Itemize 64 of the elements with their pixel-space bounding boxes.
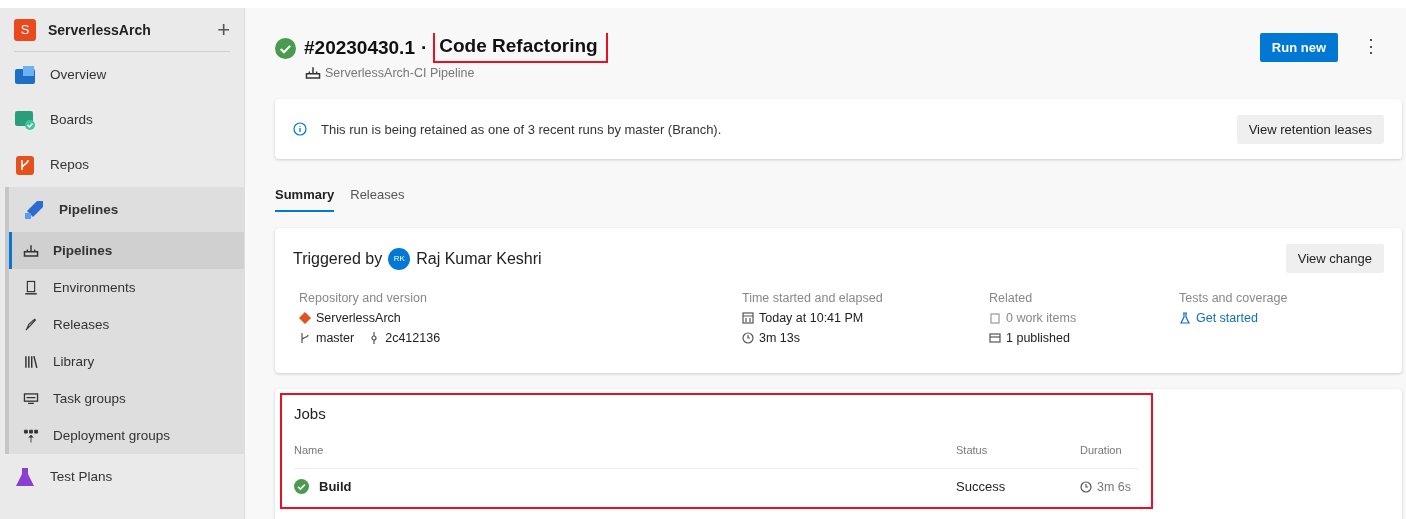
detail-value: master (299, 331, 355, 345)
detail-value: 0 work items (989, 311, 1077, 325)
run-number: #20230430.1 (304, 37, 415, 59)
nav-item[interactable]: Releases (9, 306, 244, 343)
view-change-button[interactable]: View change (1285, 244, 1384, 273)
deploy-icon (23, 427, 39, 444)
detail-value: Today at 10:41 PM (742, 311, 864, 325)
add-button[interactable]: + (217, 16, 230, 43)
nav-item[interactable]: Library (9, 343, 244, 380)
user-avatar: RK (388, 247, 411, 270)
git-icon (299, 312, 311, 324)
project-name[interactable]: ServerlessArch (48, 21, 206, 38)
task-icon (23, 390, 39, 407)
column-heading: Related (989, 291, 1034, 305)
nav-item[interactable]: Overview (0, 52, 244, 97)
column-header: Duration (1080, 422, 1139, 469)
pipeline-icon (305, 65, 321, 81)
board-icon (14, 108, 36, 131)
run-new-button[interactable]: Run new (1259, 33, 1338, 62)
nav-item[interactable]: Test Plans (0, 454, 244, 499)
branch-icon (299, 332, 311, 344)
flask-icon (1179, 312, 1191, 324)
nav-item[interactable]: Repos (0, 142, 244, 187)
view-retention-button[interactable]: View retention leases (1236, 114, 1384, 144)
nav-item[interactable]: Pipelines (9, 232, 244, 269)
job-status: Success (956, 479, 1006, 494)
package-icon (989, 332, 1001, 344)
books-icon (23, 353, 39, 370)
detail-value: ServerlessArch (299, 311, 401, 325)
flask-icon (14, 465, 36, 488)
job-name[interactable]: Build (319, 479, 352, 494)
title-separator: · (420, 37, 428, 59)
detail-value: 3m 13s (742, 331, 800, 345)
user-name: Raj Kumar Keshri (416, 249, 542, 268)
calendar-icon (742, 312, 754, 324)
triggered-label: Triggered by (293, 249, 383, 268)
server-icon (23, 279, 39, 296)
detail-value: 2c412136 (368, 331, 441, 345)
clock-icon (742, 332, 754, 344)
job-duration: 3m 6s (1080, 479, 1132, 494)
tab[interactable]: Releases (350, 187, 405, 212)
nav-item[interactable]: Task groups (9, 380, 244, 417)
detail-value: 1 published (989, 331, 1070, 345)
retention-message: This run is being retained as one of 3 recent runs by master (Branch). (321, 121, 723, 137)
more-button[interactable]: ⋮ (1356, 34, 1386, 58)
info-icon (293, 122, 307, 136)
branch-icon (14, 153, 36, 176)
project-avatar: S (14, 18, 36, 41)
run-name: Code Refactoring (433, 33, 608, 63)
column-heading: Tests and coverage (1179, 291, 1289, 305)
jobs-title: Jobs (294, 405, 327, 422)
pipeline-link[interactable]: ServerlessArch-CI Pipeline (325, 66, 475, 80)
clock-icon (1080, 480, 1092, 493)
column-header: Name (294, 422, 956, 469)
nav-item[interactable]: Pipelines (9, 187, 244, 232)
tab[interactable]: Summary (275, 187, 335, 212)
get-started-link[interactable]: Get started (1179, 311, 1258, 325)
nav-item[interactable]: Environments (9, 269, 244, 306)
column-heading: Repository and version (299, 291, 428, 305)
nav-item[interactable]: Deployment groups (9, 417, 244, 454)
column-header: Status (956, 422, 1080, 469)
pipeline-icon (23, 242, 39, 259)
nav-item[interactable]: Boards (0, 97, 244, 142)
column-heading: Time started and elapsed (742, 291, 884, 305)
